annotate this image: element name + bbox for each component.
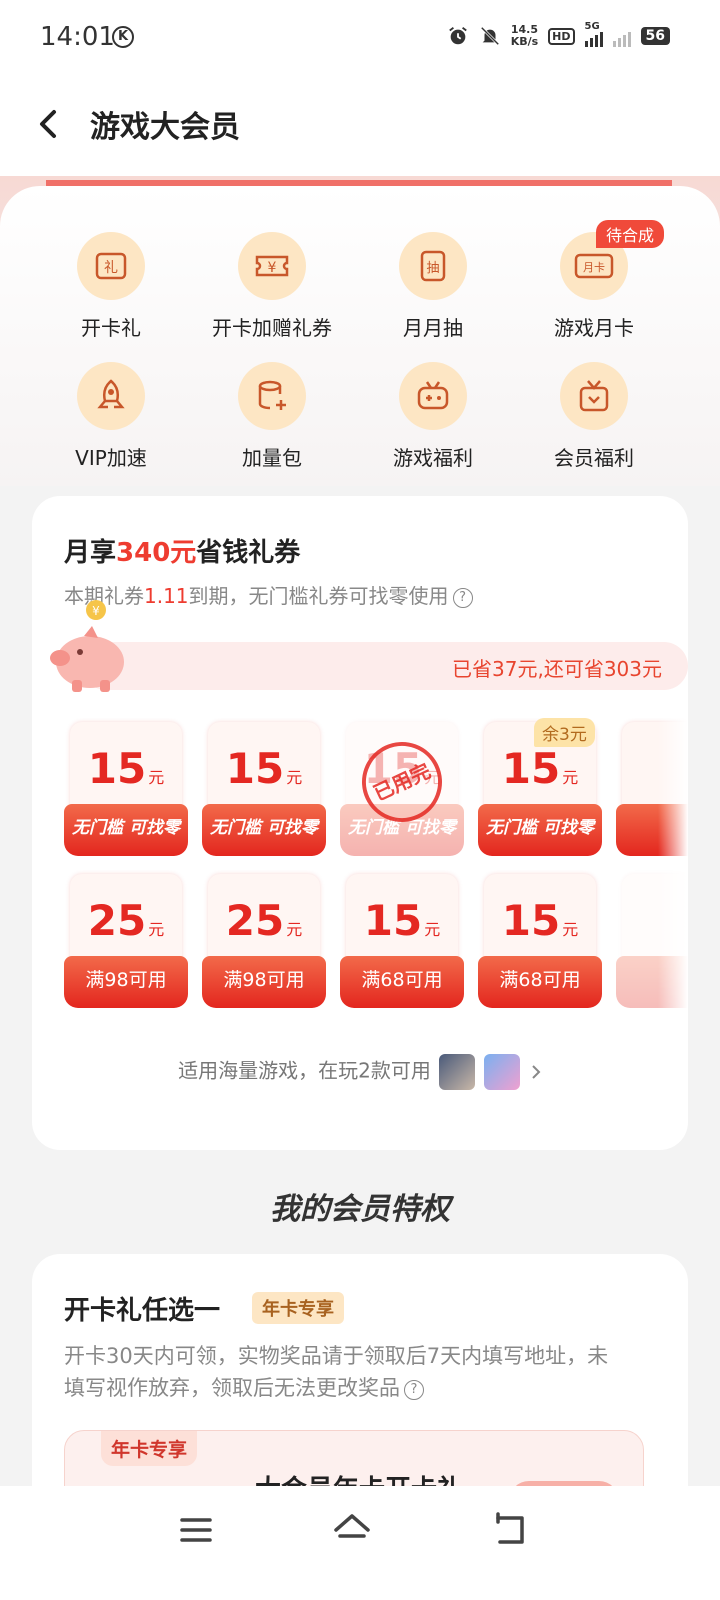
- savings-text: 已省37元,还可省303元: [452, 657, 662, 681]
- month-card-icon: 月卡: [574, 253, 614, 279]
- annual-exclusive-tag: 年卡专享: [252, 1292, 344, 1324]
- svg-text:月卡: 月卡: [583, 261, 605, 274]
- draw-icon: 抽: [420, 250, 446, 282]
- data-pack-icon: [258, 380, 286, 410]
- pending-badge: 待合成: [596, 220, 665, 248]
- menu-label: 会员福利: [554, 446, 634, 470]
- menu-item-member-welfare[interactable]: 会员福利: [509, 362, 679, 471]
- nav-bar: 游戏大会员: [0, 76, 720, 176]
- coupon-item[interactable]: 15 元 满68可用: [340, 870, 464, 1010]
- savings-bar: 已省37元,还可省303元: [82, 642, 688, 690]
- page-title: 游戏大会员: [90, 110, 240, 145]
- mute-bell-icon: [480, 26, 499, 46]
- gift-box-icon: [579, 380, 609, 412]
- coupon-title: 月享340元省钱礼券: [64, 538, 301, 568]
- back-button[interactable]: [30, 104, 70, 144]
- k-app-icon: K: [112, 26, 134, 48]
- menu-item-open-card-gift[interactable]: 礼 开卡礼: [26, 232, 196, 341]
- svg-text:礼: 礼: [104, 260, 118, 276]
- piggy-bank-icon: ¥: [50, 600, 124, 692]
- menu-label: VIP加速: [75, 446, 147, 470]
- chevron-right-icon: [532, 1065, 541, 1079]
- menu-item-vip-boost[interactable]: VIP加速: [26, 362, 196, 471]
- coupon-row-threshold: 25 元 满98可用 25 元 满98可用 15 元 满68可用 15 元 满68可用: [64, 870, 688, 1018]
- menu-label: 开卡加赠礼券: [212, 316, 332, 340]
- signal-5g: 5G: [584, 21, 603, 47]
- status-bar: 14:01 K 14.5 KB/s HD 5G 56: [0, 0, 720, 76]
- coupon-item-used: 15 元 无门槛 可找零 已用完: [340, 718, 464, 858]
- privilege-title: 开卡礼任选一: [64, 1296, 221, 1326]
- coupon-item[interactable]: 15 元 满68可用: [478, 870, 602, 1010]
- help-icon[interactable]: ?: [404, 1380, 424, 1400]
- back-nav-icon[interactable]: [488, 1508, 532, 1552]
- game-thumbnail: [483, 1054, 520, 1090]
- yen-ticket-icon: ¥: [255, 255, 289, 277]
- applicable-games-link[interactable]: 适用海量游戏，在玩2款可用: [32, 1054, 688, 1090]
- menu-label: 加量包: [242, 446, 302, 470]
- menu-label: 游戏月卡: [554, 316, 634, 340]
- coupon-row-no-threshold: 15 元 无门槛 可找零 15 元 无门槛 可找零 15 元 无门槛 可找零 已用完 …: [64, 718, 688, 866]
- coupon-item[interactable]: 25 元 满98可用: [64, 870, 188, 1010]
- menu-label: 月月抽: [403, 316, 463, 340]
- rocket-icon: [97, 379, 125, 409]
- menu-item-game-monthly-card[interactable]: 月卡 游戏月卡: [509, 232, 679, 341]
- gamepad-icon: [417, 381, 449, 410]
- gift-card-icon: 礼: [95, 252, 127, 280]
- menu-item-monthly-draw[interactable]: 抽 月月抽: [348, 232, 518, 341]
- gift-tag: 年卡专享: [101, 1431, 198, 1466]
- menu-item-bonus-coupon[interactable]: ¥ 开卡加赠礼券: [187, 232, 357, 341]
- game-thumbnail: [439, 1054, 476, 1090]
- battery-indicator: 56: [640, 27, 670, 45]
- hd-icon: HD: [548, 27, 575, 45]
- menu-label: 开卡礼: [81, 316, 141, 340]
- svg-text:¥: ¥: [268, 260, 277, 276]
- coupon-item[interactable]: 25 元 满98可用: [202, 870, 326, 1010]
- coupon-item[interactable]: 15 元 无门槛 可找零: [64, 718, 188, 858]
- svg-text:抽: 抽: [426, 261, 439, 276]
- alarm-icon: [448, 27, 467, 45]
- status-time: 14:01: [40, 22, 115, 52]
- system-nav-bar: [0, 1486, 720, 1600]
- home-icon[interactable]: [330, 1508, 374, 1552]
- privilege-description: 开卡30天内可领，实物奖品请于领取后7天内填写地址，未填写视作放弃，领取后无法更…: [64, 1344, 609, 1400]
- menu-label: 游戏福利: [393, 446, 473, 470]
- menu-icon[interactable]: [174, 1508, 218, 1552]
- menu-item-game-welfare[interactable]: 游戏福利: [348, 362, 518, 471]
- coupon-item[interactable]: 15 元 无门槛 可找零: [202, 718, 326, 858]
- svg-text:¥: ¥: [92, 604, 100, 618]
- help-icon[interactable]: ?: [452, 588, 473, 608]
- coupon-card: 月享340元省钱礼券 本期礼券1.11到期，无门槛礼券可找零使用? 已省37元,…: [32, 496, 688, 1150]
- signal-sim2-icon: [612, 25, 631, 47]
- section-title: 我的会员特权: [270, 1192, 450, 1227]
- menu-item-data-pack[interactable]: 加量包: [187, 362, 357, 471]
- remaining-badge: 余3元: [534, 718, 595, 747]
- network-speed: 14.5 KB/s: [510, 23, 539, 48]
- coupon-item[interactable]: 15 元 无门槛 可找零 余3元: [478, 718, 602, 858]
